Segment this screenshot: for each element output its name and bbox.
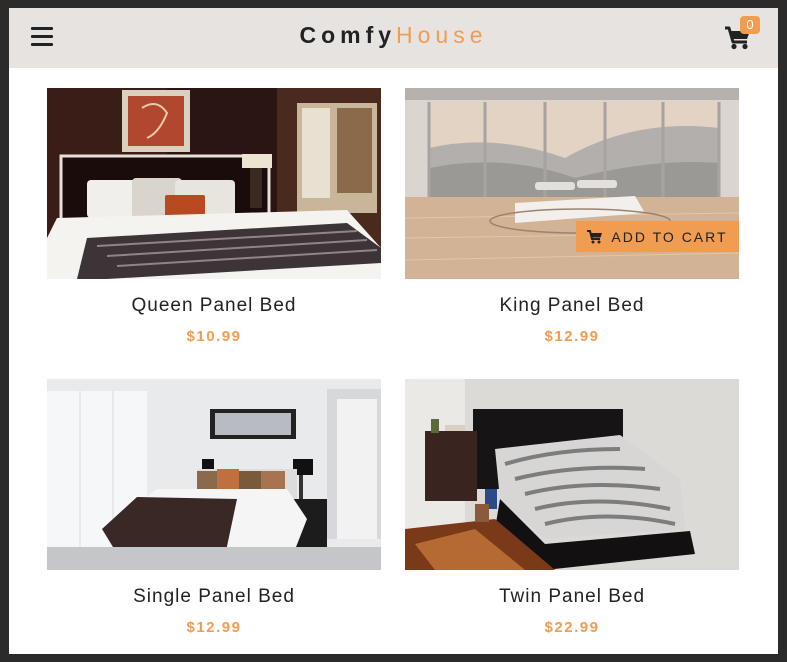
product-name: Single Panel Bed (133, 586, 295, 607)
product-card-queen: Queen Panel Bed $10.99 (47, 88, 381, 345)
product-image[interactable] (47, 379, 381, 570)
add-to-cart-label: ADD TO CART (611, 228, 728, 245)
product-price: $22.99 (544, 619, 600, 636)
product-card-single: Single Panel Bed $12.99 (47, 379, 381, 636)
cart-count-badge: 0 (740, 16, 760, 34)
product-price: $12.99 (186, 619, 242, 636)
product-image[interactable] (47, 88, 381, 279)
product-image[interactable] (405, 379, 739, 570)
product-card-twin: Twin Panel Bed $22.99 (405, 379, 739, 636)
add-to-cart-button[interactable]: ADD TO CART (576, 221, 739, 252)
logo-accent: House (396, 22, 488, 48)
product-name: King Panel Bed (499, 295, 645, 316)
shopping-cart-icon (587, 229, 603, 243)
logo-main: Comfy (299, 22, 397, 48)
cart-button[interactable]: 0 (724, 16, 760, 53)
product-price: $10.99 (186, 328, 242, 345)
product-image[interactable]: ADD TO CART (405, 88, 739, 279)
app-frame: ComfyHouse 0 Queen Panel Bed $10.99 ADD … (9, 8, 778, 654)
logo[interactable]: ComfyHouse (9, 22, 778, 49)
product-card-king: ADD TO CART King Panel Bed $12.99 (405, 88, 739, 345)
product-name: Twin Panel Bed (498, 586, 646, 607)
navbar: ComfyHouse 0 (9, 8, 778, 68)
product-name: Queen Panel Bed (131, 295, 297, 316)
product-price: $12.99 (544, 328, 600, 345)
